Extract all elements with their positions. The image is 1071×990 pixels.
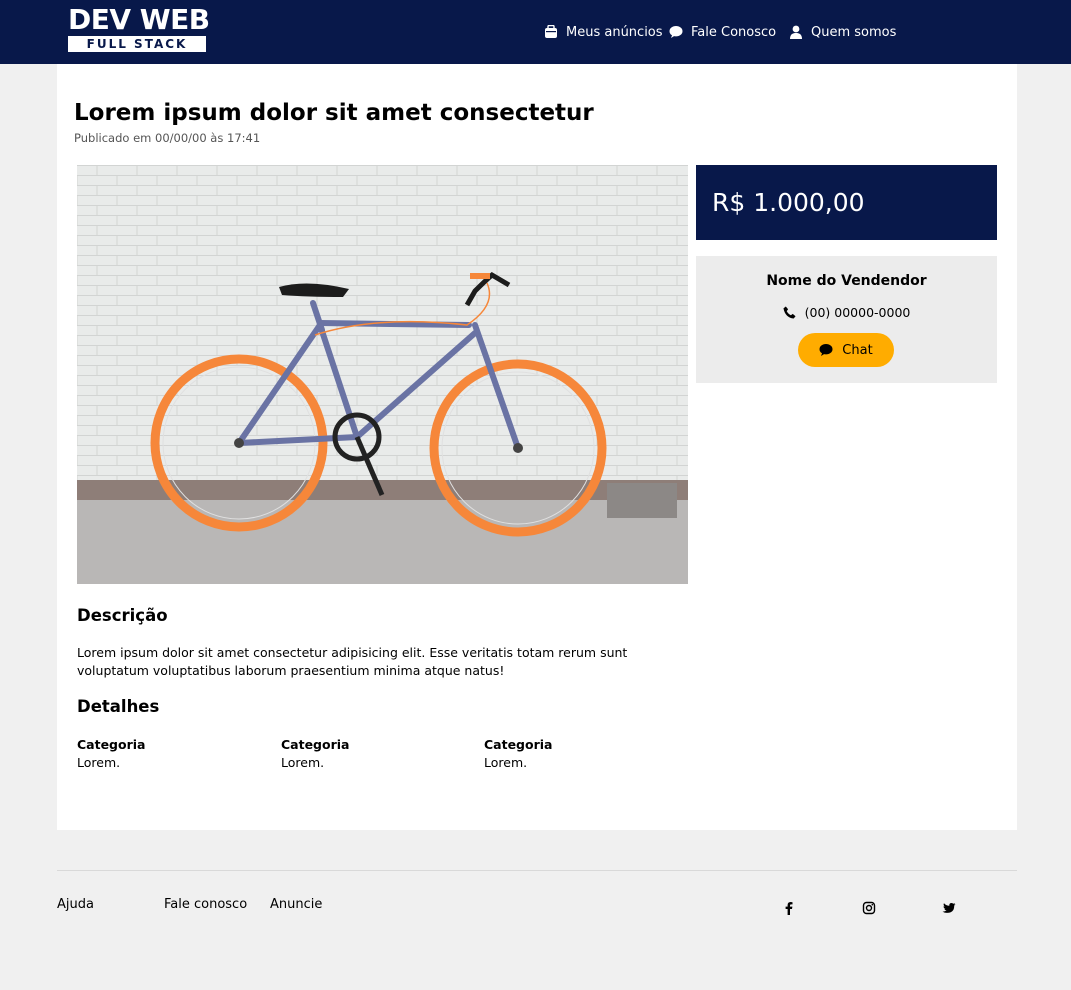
listing-card: Lorem ipsum dolor sit amet consectetur P…: [57, 64, 1017, 830]
phone-icon: [783, 306, 796, 319]
detail-item: Categoria Lorem.: [281, 736, 461, 772]
details-heading: Detalhes: [77, 697, 160, 716]
detail-item: Categoria Lorem.: [77, 736, 257, 772]
user-icon: [790, 25, 802, 39]
price-panel: R$ 1.000,00: [696, 165, 997, 240]
top-navbar: DEV WEB FULL STACK Meus anúncios Fale Co…: [0, 0, 1071, 64]
bicycle-image: [77, 165, 688, 584]
chat-button-label: Chat: [842, 342, 873, 358]
seller-phone-number: (00) 00000-0000: [804, 305, 911, 320]
nav-about[interactable]: Quem somos: [789, 0, 896, 64]
seller-panel: Nome do Vendendor (00) 00000-0000 Chat: [696, 256, 997, 383]
dev-web-logo[interactable]: DEV WEB FULL STACK: [68, 3, 210, 54]
chat-bubble-icon: [819, 344, 833, 356]
nav-my-ads[interactable]: Meus anúncios: [544, 0, 663, 64]
listing-title: Lorem ipsum dolor sit amet consectetur: [74, 100, 594, 126]
logo-title: DEV WEB: [68, 3, 210, 36]
nav-contact-label: Fale Conosco: [691, 24, 777, 40]
detail-value: Lorem.: [281, 755, 325, 770]
listing-price: R$ 1.000,00: [712, 188, 865, 217]
detail-value: Lorem.: [484, 755, 528, 770]
description-text: Lorem ipsum dolor sit amet consectetur a…: [77, 645, 628, 678]
facebook-icon[interactable]: [782, 901, 796, 915]
listing-photo[interactable]: [77, 165, 688, 584]
chat-button[interactable]: Chat: [798, 333, 894, 367]
footer-link-contact[interactable]: Fale conosco: [164, 897, 247, 912]
twitter-icon[interactable]: [942, 901, 956, 915]
detail-label: Categoria: [77, 737, 146, 752]
seller-phone[interactable]: (00) 00000-0000: [696, 305, 997, 320]
footer-divider: [57, 870, 1017, 871]
nav-contact[interactable]: Fale Conosco: [669, 0, 776, 64]
storefront-icon: [545, 25, 557, 38]
detail-label: Categoria: [484, 737, 553, 752]
seller-name: Nome do Vendendor: [766, 273, 927, 289]
logo-subtitle: FULL STACK: [68, 36, 206, 52]
instagram-icon[interactable]: [862, 901, 876, 915]
description-heading: Descrição: [77, 606, 168, 625]
footer-link-help[interactable]: Ajuda: [57, 897, 94, 912]
published-date: Publicado em 00/00/00 às 17:41: [74, 131, 261, 145]
detail-label: Categoria: [281, 737, 350, 752]
footer-link-advertise[interactable]: Anuncie: [270, 897, 322, 912]
chat-bubble-icon: [669, 26, 683, 38]
detail-item: Categoria Lorem.: [484, 736, 664, 772]
nav-about-label: Quem somos: [811, 24, 897, 40]
detail-value: Lorem.: [77, 755, 121, 770]
nav-my-ads-label: Meus anúncios: [566, 24, 663, 40]
